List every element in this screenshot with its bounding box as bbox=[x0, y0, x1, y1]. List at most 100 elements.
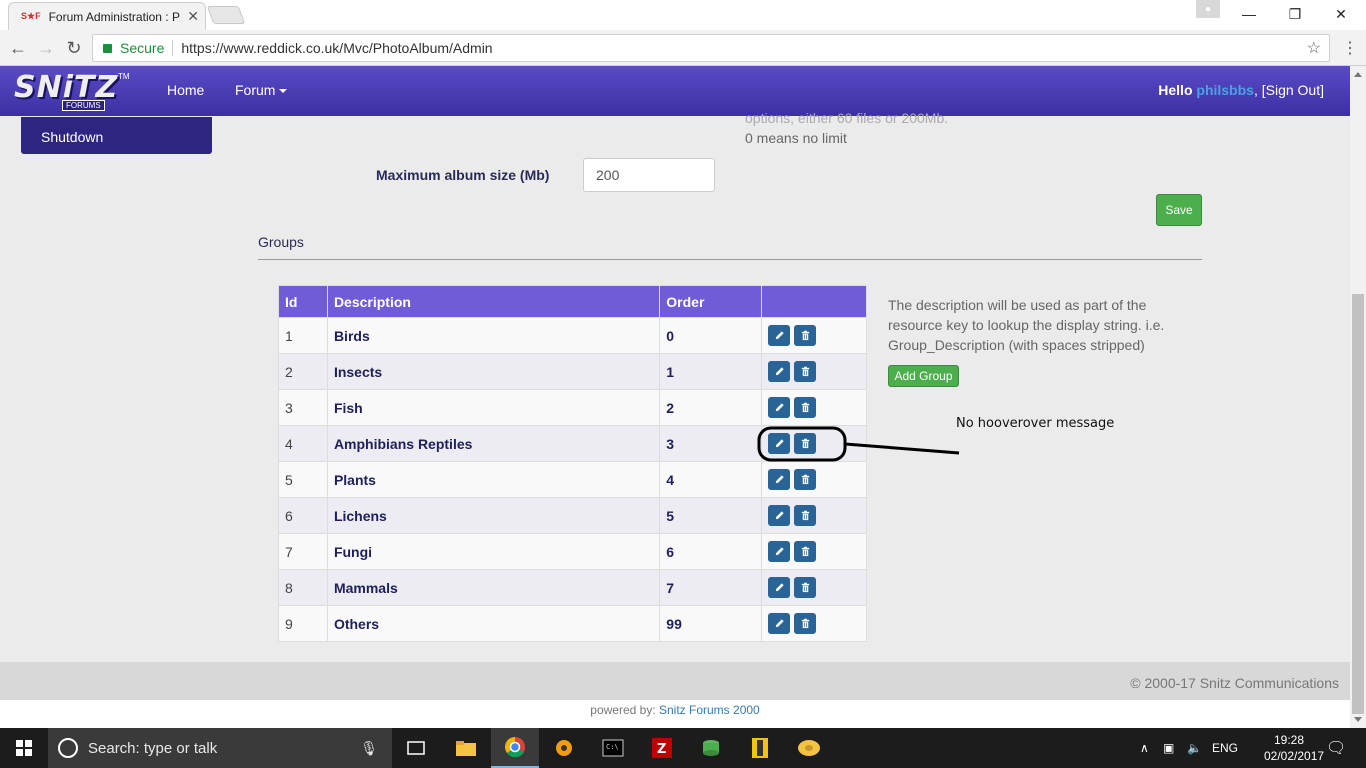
new-tab-button[interactable] bbox=[206, 6, 246, 24]
table-row: 8 Mammals 7 bbox=[278, 569, 867, 606]
cell-actions bbox=[761, 569, 867, 606]
logo-tm: TM bbox=[118, 72, 130, 81]
page-scrollbar[interactable] bbox=[1350, 66, 1366, 728]
cell-description: Fungi bbox=[326, 533, 661, 570]
copyright-text: © 2000-17 Snitz Communications bbox=[1130, 675, 1339, 691]
app-icon-yellow[interactable] bbox=[736, 728, 784, 768]
delete-trash-icon[interactable] bbox=[794, 613, 817, 634]
filezilla-icon[interactable]: Z bbox=[638, 728, 686, 768]
omnibox-separator bbox=[172, 40, 174, 56]
bookmark-star-icon[interactable]: ☆ bbox=[1307, 38, 1321, 58]
forward-icon[interactable]: → bbox=[34, 36, 58, 60]
file-explorer-icon[interactable] bbox=[442, 728, 490, 768]
profile-icon[interactable]: ● bbox=[1196, 0, 1220, 18]
delete-trash-icon[interactable] bbox=[794, 577, 817, 598]
delete-trash-icon[interactable] bbox=[794, 397, 817, 418]
task-view-icon[interactable] bbox=[392, 728, 440, 768]
edit-pencil-icon[interactable] bbox=[768, 397, 791, 418]
hint-line-1: options, either 60 files or 200Mb. bbox=[745, 110, 949, 126]
delete-trash-icon[interactable] bbox=[794, 505, 817, 526]
microphone-icon[interactable]: 🎙 bbox=[360, 740, 378, 757]
sidebar-item-shutdown[interactable]: Shutdown bbox=[21, 117, 212, 154]
cell-description: Mammals bbox=[326, 569, 661, 606]
taskbar-search-placeholder: Search: type or talk bbox=[88, 739, 218, 757]
command-prompt-icon[interactable]: C:\ bbox=[589, 728, 637, 768]
annotation-callout bbox=[757, 426, 960, 462]
svg-text:Z: Z bbox=[657, 742, 666, 757]
cell-order: 7 bbox=[659, 569, 763, 606]
signout-link[interactable]: [Sign Out] bbox=[1262, 82, 1324, 98]
database-app-icon[interactable] bbox=[687, 728, 735, 768]
action-center-icon[interactable]: 🗨 bbox=[1326, 728, 1346, 768]
network-icon[interactable]: ▣ bbox=[1163, 728, 1174, 768]
column-header-actions bbox=[761, 285, 867, 318]
save-button[interactable]: Save bbox=[1156, 194, 1202, 226]
cell-description: Others bbox=[326, 605, 661, 642]
cell-order: 6 bbox=[659, 533, 763, 570]
address-bar[interactable]: Secure https://www.reddick.co.uk/Mvc/Pho… bbox=[92, 34, 1330, 62]
cell-id: 7 bbox=[278, 533, 328, 570]
browser-toolbar: ← → ↻ Secure https://www.reddick.co.uk/M… bbox=[0, 30, 1366, 66]
caret-down-icon bbox=[279, 89, 288, 94]
edit-pencil-icon[interactable] bbox=[768, 505, 791, 526]
cell-actions bbox=[761, 497, 867, 534]
svg-text:C:\: C:\ bbox=[606, 743, 619, 751]
album-size-input[interactable] bbox=[583, 158, 715, 192]
edit-pencil-icon[interactable] bbox=[768, 577, 791, 598]
nav-home-link[interactable]: Home bbox=[167, 82, 204, 98]
edit-pencil-icon[interactable] bbox=[768, 541, 791, 562]
app-icon-orange[interactable] bbox=[540, 728, 588, 768]
language-indicator[interactable]: ENG bbox=[1212, 728, 1238, 768]
edit-pencil-icon[interactable] bbox=[768, 325, 791, 346]
nav-forum-dropdown[interactable]: Forum bbox=[235, 82, 288, 98]
close-tab-icon[interactable]: ✕ bbox=[187, 8, 199, 25]
add-group-button[interactable]: Add Group bbox=[888, 365, 959, 387]
tray-chevron-icon[interactable]: ∧ bbox=[1140, 728, 1149, 768]
comma: , bbox=[1253, 82, 1262, 98]
page-footer: © 2000-17 Snitz Communications bbox=[0, 662, 1350, 700]
windows-start-icon[interactable] bbox=[0, 728, 48, 768]
taskbar-search[interactable]: Search: type or talk 🎙 bbox=[48, 728, 392, 768]
cell-order: 3 bbox=[659, 425, 763, 462]
powered-link[interactable]: Snitz Forums 2000 bbox=[659, 703, 760, 717]
cell-description: Amphibians Reptiles bbox=[326, 425, 661, 462]
volume-icon[interactable]: 🔈 bbox=[1187, 728, 1202, 768]
username-link[interactable]: philsbbs bbox=[1196, 82, 1254, 98]
edit-pencil-icon[interactable] bbox=[768, 613, 791, 634]
delete-trash-icon[interactable] bbox=[794, 541, 817, 562]
scroll-down-arrow-icon[interactable] bbox=[1354, 717, 1362, 722]
reload-icon[interactable]: ↻ bbox=[62, 36, 86, 60]
edit-pencil-icon[interactable] bbox=[768, 361, 791, 382]
clock-time: 19:28 bbox=[1273, 733, 1305, 747]
close-window-button[interactable]: ✕ bbox=[1318, 2, 1364, 26]
powered-by: powered by: Snitz Forums 2000 bbox=[0, 700, 1350, 728]
back-icon[interactable]: ← bbox=[6, 36, 30, 60]
minimize-button[interactable]: — bbox=[1226, 2, 1272, 26]
powered-prefix: powered by: bbox=[590, 703, 659, 717]
table-row: 6 Lichens 5 bbox=[278, 497, 867, 534]
scroll-thumb[interactable] bbox=[1352, 294, 1364, 714]
scroll-up-arrow-icon[interactable] bbox=[1354, 72, 1362, 77]
chrome-icon[interactable] bbox=[491, 728, 539, 768]
restore-button[interactable]: ❐ bbox=[1272, 2, 1318, 26]
browser-menu-icon[interactable]: ⋮ bbox=[1340, 36, 1360, 60]
app-icon-disk[interactable] bbox=[785, 728, 833, 768]
cell-order: 1 bbox=[659, 353, 763, 390]
table-row: 7 Fungi 6 bbox=[278, 533, 867, 570]
cell-id: 2 bbox=[278, 353, 328, 390]
browser-tab[interactable]: S★F Forum Administration : P ✕ bbox=[8, 2, 206, 30]
column-header-description: Description bbox=[326, 285, 661, 318]
delete-trash-icon[interactable] bbox=[794, 325, 817, 346]
cell-id: 8 bbox=[278, 569, 328, 606]
groups-section-title: Groups bbox=[258, 234, 304, 250]
album-limit-hint: options, either 60 files or 200Mb. 0 mea… bbox=[745, 108, 948, 148]
delete-trash-icon[interactable] bbox=[794, 361, 817, 382]
cell-description: Insects bbox=[326, 353, 661, 390]
table-row: 1 Birds 0 bbox=[278, 317, 867, 354]
cell-description: Lichens bbox=[326, 497, 661, 534]
taskbar-clock[interactable]: 19:28 02/02/2017 bbox=[1264, 732, 1324, 764]
cell-order: 5 bbox=[659, 497, 763, 534]
cell-description: Fish bbox=[326, 389, 661, 426]
snitz-logo[interactable]: SNiTZ FORUMS TM bbox=[14, 70, 130, 112]
url-text: https://www.reddick.co.uk/Mvc/PhotoAlbum… bbox=[181, 40, 493, 56]
